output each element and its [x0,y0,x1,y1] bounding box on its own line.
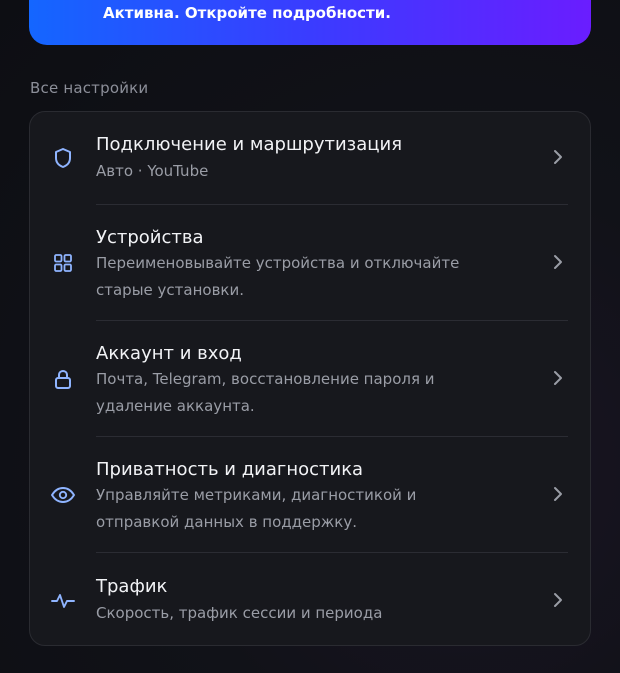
chevron-right-icon [552,592,564,608]
settings-item-devices[interactable]: Устройства Переименовывайте устройства и… [30,205,590,320]
shield-icon [52,147,74,169]
chevron-right-icon [552,254,564,270]
chevron-right-icon [552,486,564,502]
status-banner[interactable]: Активна. Откройте подробности. [29,0,591,45]
subtitle-line: удаление аккаунта. [96,397,255,415]
settings-item-subtitle: Авто · YouTube [96,162,209,180]
settings-item-title: Приватность и диагностика [96,459,364,480]
lock-icon [52,368,74,390]
settings-item-subtitle: Почта, Telegram, восстановление пароля и… [96,366,506,420]
pulse-icon [50,590,76,612]
subtitle-line: Переименовывайте устройства и отключайте [96,254,460,272]
subtitle-line: Управляйте метриками, диагностикой и [96,486,417,504]
chevron-right-icon [552,370,564,386]
subtitle-line: старые установки. [96,281,244,299]
settings-page: Активна. Откройте подробности. Все настр… [0,0,620,673]
settings-item-title: Трафик [96,576,168,597]
grid-icon [52,252,74,274]
settings-item-subtitle: Переименовывайте устройства и отключайте… [96,250,506,304]
settings-item-title: Подключение и маршрутизация [96,134,403,155]
settings-item-title: Устройства [96,227,204,248]
settings-item-subtitle: Скорость, трафик сессии и периода [96,604,383,622]
settings-item-account[interactable]: Аккаунт и вход Почта, Telegram, восстано… [30,321,590,436]
settings-card: Подключение и маршрутизация Авто · YouTu… [29,111,591,646]
settings-item-connection[interactable]: Подключение и маршрутизация Авто · YouTu… [30,112,590,204]
banner-text: Активна. Откройте подробности. [103,4,391,22]
chevron-right-icon [552,149,564,165]
settings-item-subtitle: Управляйте метриками, диагностикой и отп… [96,482,506,536]
settings-item-traffic[interactable]: Трафик Скорость, трафик сессии и периода [30,553,590,645]
subtitle-line: отправкой данных в поддержку. [96,513,357,531]
subtitle-line: Почта, Telegram, восстановление пароля и [96,370,435,388]
eye-icon [50,484,76,506]
section-title: Все настройки [30,79,149,97]
settings-item-title: Аккаунт и вход [96,343,242,364]
settings-item-privacy[interactable]: Приватность и диагностика Управляйте мет… [30,437,590,552]
